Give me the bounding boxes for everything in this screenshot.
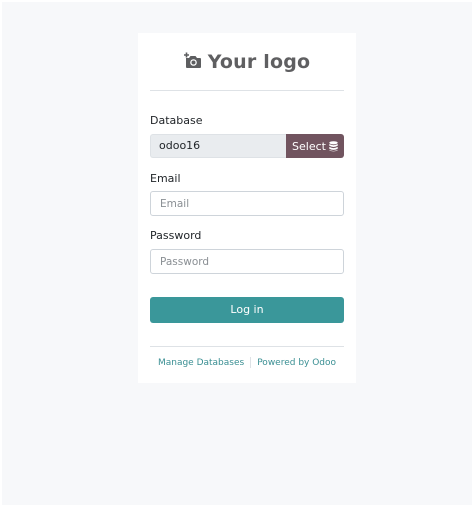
login-card: Your logo Database odoo16 Select Email P…: [138, 33, 356, 383]
footer-separator: [250, 357, 252, 368]
login-footer: Manage Databases Powered by Odoo: [138, 357, 356, 368]
powered-by-odoo-link[interactable]: Powered by Odoo: [257, 358, 336, 368]
manage-databases-link[interactable]: Manage Databases: [158, 358, 244, 368]
header-divider: [150, 90, 344, 91]
email-input[interactable]: [150, 191, 344, 216]
database-selector: odoo16 Select: [150, 134, 344, 158]
footer-divider: [150, 346, 344, 347]
password-input[interactable]: [150, 249, 344, 274]
select-database-button[interactable]: Select: [286, 134, 344, 158]
login-button[interactable]: Log in: [150, 297, 344, 323]
database-icon: [329, 140, 338, 151]
select-button-label: Select: [292, 139, 326, 153]
password-label: Password: [150, 229, 202, 242]
database-field: odoo16: [150, 134, 286, 158]
database-label: Database: [150, 114, 203, 127]
logo-text: Your logo: [207, 51, 311, 73]
camera-icon: [183, 52, 201, 68]
company-logo: Your logo: [138, 33, 356, 91]
email-label: Email: [150, 172, 181, 185]
